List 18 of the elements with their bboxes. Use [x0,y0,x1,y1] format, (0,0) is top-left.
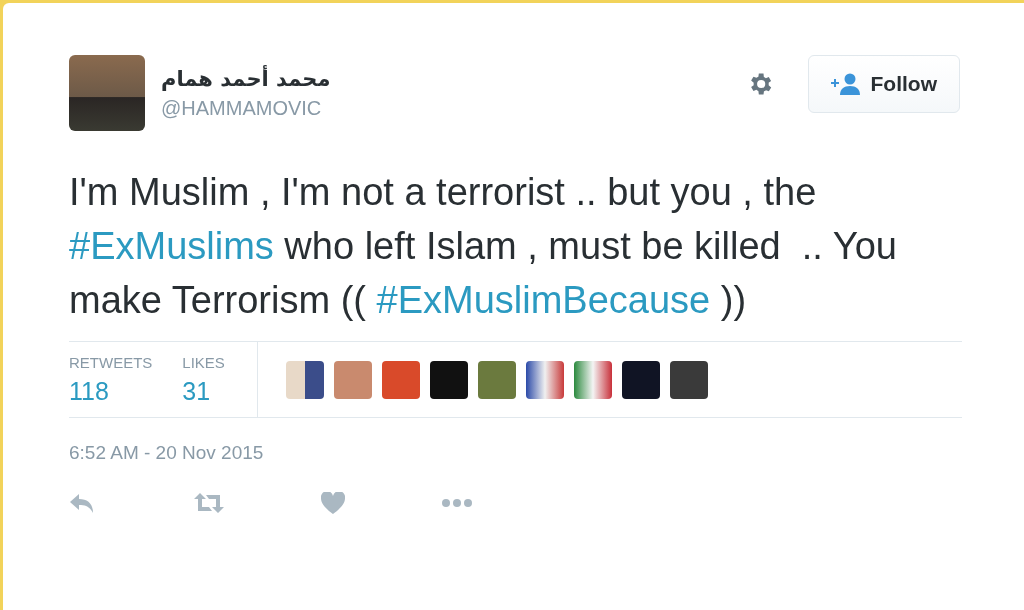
liker-photo-placeholder[interactable] [525,360,564,399]
tweet-text: I'm Muslim , I'm not a terrorist .. but you , the #ExMuslims who left Islam , must be killed .. You make Terrorism (( #ExMuslimBecause )) [69,170,898,323]
hashtag-link[interactable]: #ExMuslimBecause [376,279,711,321]
add-person-icon [830,73,861,95]
follow-button[interactable]: Follow [807,55,960,113]
avatar-photo-placeholder[interactable] [69,55,145,131]
timestamp: 6:52 AM - 20 Nov 2015 [69,442,265,464]
stat-count[interactable]: 118 [69,377,153,406]
liker-photo-placeholder[interactable] [429,360,468,399]
stat-label: LIKES [182,354,225,371]
stat-label: RETWEETS [69,354,153,371]
hashtag-link[interactable]: #ExMuslims [69,225,274,267]
liker-photo-placeholder[interactable] [621,360,660,399]
liker-photo-placeholder[interactable] [669,360,708,399]
user-handle: @HAMMAMOVIC [161,97,323,120]
stat-count[interactable]: 31 [182,377,225,406]
display-name: محمد أحمد همام [161,67,331,91]
liker-photo-placeholder[interactable] [285,360,324,399]
